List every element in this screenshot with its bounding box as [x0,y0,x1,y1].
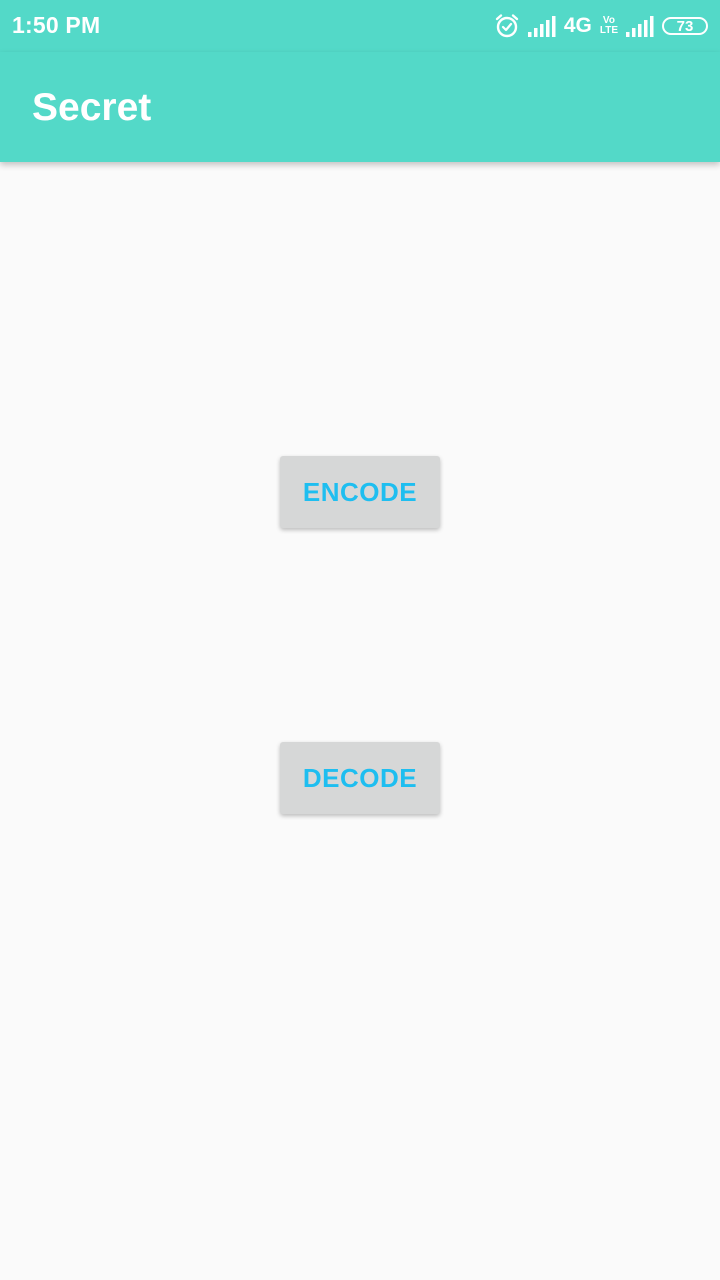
app-bar: Secret [0,52,720,162]
volte-icon: Vo LTE [600,16,618,36]
status-icons: 4G Vo LTE 73 [494,10,708,42]
battery-level: 73 [676,17,694,35]
volte-bottom-label: LTE [599,25,618,36]
page-title: Secret [32,86,152,129]
encode-button[interactable]: ENCODE [280,456,440,528]
network-type-label: 4G [563,14,592,37]
signal-icon [527,15,556,37]
decode-button[interactable]: DECODE [280,742,440,814]
status-time: 1:50 PM [12,12,101,38]
alarm-icon [494,13,520,39]
battery-icon: 73 [662,17,708,35]
status-bar: 1:50 PM 4G Vo LTE 73 [0,0,720,52]
signal-icon-2 [626,15,654,37]
